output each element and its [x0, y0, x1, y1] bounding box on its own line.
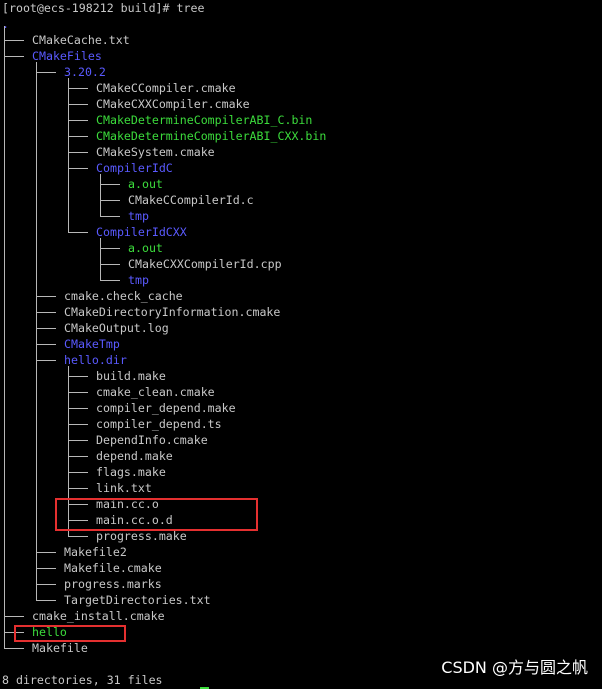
- directory-name: tmp: [128, 273, 149, 287]
- summary-text: 8 directories, 31 files: [2, 673, 163, 687]
- file-name: CMakeDetermineCompilerABI_C.bin: [96, 113, 313, 127]
- tree-branch: [68, 392, 88, 393]
- tree-branch: [36, 360, 56, 361]
- tree-branch: [68, 376, 88, 377]
- tree-branch: [36, 72, 56, 73]
- tree-branch: [68, 488, 88, 489]
- terminal-window[interactable]: [root@ecs-198212 build]# tree . CMakeCac…: [0, 0, 602, 689]
- prompt-text: [root@ecs-198212 build]# tree: [2, 1, 205, 15]
- tree-branch: [68, 424, 88, 425]
- tree-branch: [4, 648, 24, 649]
- tree-trunk: [100, 174, 101, 217]
- file-name: depend.make: [96, 449, 173, 463]
- directory-name: tmp: [128, 209, 149, 223]
- file-name: CMakeCXXCompilerId.cpp: [128, 257, 282, 271]
- tree-trunk: [4, 26, 5, 649]
- file-name: CMakeCXXCompiler.cmake: [96, 97, 250, 111]
- tree-branch: [100, 280, 120, 281]
- watermark: CSDN @方与圆之帆: [441, 658, 588, 677]
- tree-branch: [68, 120, 88, 121]
- file-name: compiler_depend.make: [96, 401, 236, 415]
- tree-branch: [100, 248, 120, 249]
- tree-branch: [68, 456, 88, 457]
- tree-branch: [4, 56, 24, 57]
- tree-branch: [68, 136, 88, 137]
- directory-name: CompilerIdCXX: [96, 225, 187, 239]
- tree-branch: [100, 200, 120, 201]
- directory-name: CMakeFiles: [32, 49, 102, 63]
- tree-branch: [100, 264, 120, 265]
- directory-name: 3.20.2: [64, 65, 106, 79]
- file-name: CMakeCCompiler.cmake: [96, 81, 236, 95]
- file-name: CMakeSystem.cmake: [96, 145, 215, 159]
- tree-branch: [68, 440, 88, 441]
- tree-branch: [100, 216, 120, 217]
- prompt-line: [root@ecs-198212 build]# tree: [0, 0, 204, 16]
- file-name: CMakeDirectoryInformation.cmake: [64, 305, 281, 319]
- tree-branch: [4, 40, 24, 41]
- file-name: Makefile: [32, 641, 88, 655]
- tree-branch: [36, 600, 56, 601]
- tree-trunk: [100, 238, 101, 281]
- file-name: cmake_clean.cmake: [96, 385, 215, 399]
- highlight-box-object-files: [55, 498, 258, 531]
- file-name: TargetDirectories.txt: [64, 593, 211, 607]
- file-name: CMakeCCompilerId.c: [128, 193, 254, 207]
- file-name: DependInfo.cmake: [96, 433, 208, 447]
- tree-branch: [36, 328, 56, 329]
- file-name: build.make: [96, 369, 166, 383]
- tree-trunk: [68, 78, 69, 233]
- file-name: CMakeCache.txt: [32, 33, 130, 47]
- tree-branch: [36, 344, 56, 345]
- tree-branch: [68, 88, 88, 89]
- file-name: CMakeOutput.log: [64, 321, 169, 335]
- tree-branch: [36, 584, 56, 585]
- tree-branch: [36, 552, 56, 553]
- tree-branch: [68, 408, 88, 409]
- file-name: link.txt: [96, 481, 152, 495]
- tree-branch: [68, 104, 88, 105]
- file-name: Makefile.cmake: [64, 561, 162, 575]
- directory-name: CompilerIdC: [96, 161, 173, 175]
- file-name: a.out: [128, 177, 163, 191]
- tree-branch: [68, 152, 88, 153]
- tree-branch: [36, 296, 56, 297]
- tree-trunk: [36, 62, 37, 601]
- file-name: CMakeDetermineCompilerABI_CXX.bin: [96, 129, 327, 143]
- tree-branch: [68, 168, 88, 169]
- file-name: Makefile2: [64, 545, 127, 559]
- directory-name: hello.dir: [64, 353, 127, 367]
- highlight-box-hello: [14, 625, 126, 642]
- file-name: progress.marks: [64, 577, 162, 591]
- summary-line: 8 directories, 31 files: [0, 672, 163, 688]
- tree-branch: [4, 616, 24, 617]
- tree-branch: [36, 568, 56, 569]
- tree-branch: [68, 232, 88, 233]
- directory-name: CMakeTmp: [64, 337, 120, 351]
- file-name: cmake.check_cache: [64, 289, 183, 303]
- tree-branch: [36, 312, 56, 313]
- file-name: compiler_depend.ts: [96, 417, 222, 431]
- tree-branch: [68, 472, 88, 473]
- file-name: flags.make: [96, 465, 166, 479]
- tree-branch: [100, 184, 120, 185]
- file-name: a.out: [128, 241, 163, 255]
- tree-branch: [68, 536, 88, 537]
- file-name: cmake_install.cmake: [32, 609, 165, 623]
